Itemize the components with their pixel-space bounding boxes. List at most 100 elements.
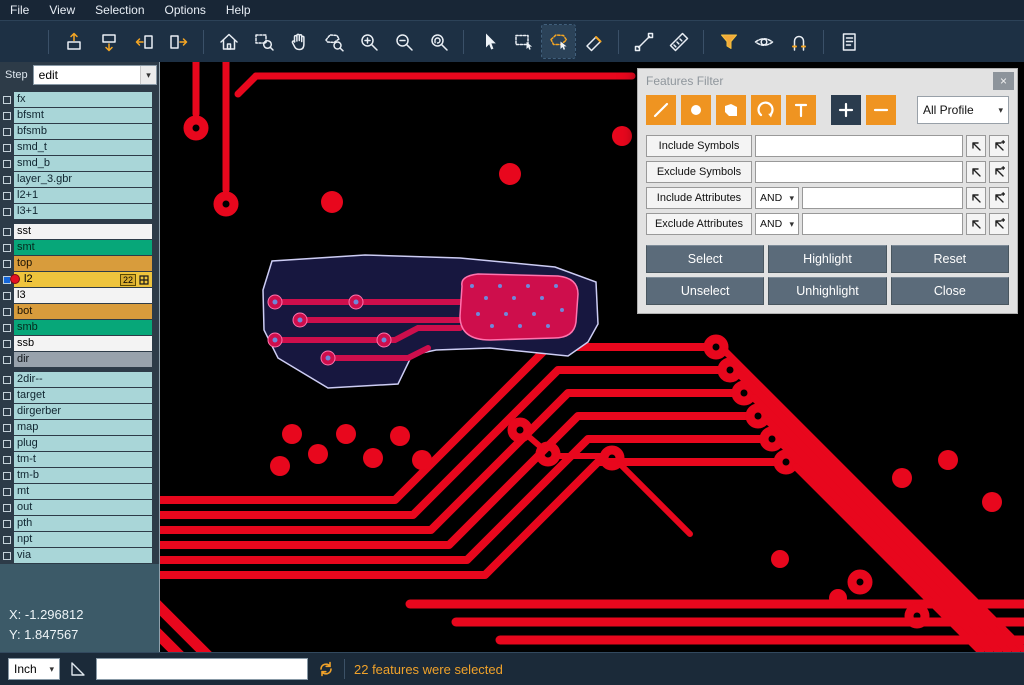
layer-row[interactable]: pth [0,516,159,531]
layer-visibility-checkbox[interactable] [0,452,14,467]
layer-row[interactable]: bfsmb [0,124,159,139]
layer-visibility-checkbox[interactable] [0,224,14,239]
layer-row[interactable]: l2 22 [0,272,159,287]
menu-options[interactable]: Options [165,3,206,17]
layer-row[interactable]: npt [0,532,159,547]
zoom-polygon-button[interactable] [317,25,350,58]
unhighlight-button[interactable]: Unhighlight [768,277,886,305]
clip-area-button[interactable] [577,25,610,58]
open-file-button[interactable] [7,25,40,58]
import-left-button[interactable] [127,25,160,58]
layer-visibility-checkbox[interactable] [0,92,14,107]
layer-row[interactable]: mt [0,484,159,499]
layer-visibility-checkbox[interactable] [0,500,14,515]
layer-color-band[interactable]: ssb [14,336,152,351]
include-attributes-operator-dropdown[interactable]: AND▾ [755,187,799,209]
import-bottom-button[interactable] [92,25,125,58]
layer-visibility-checkbox[interactable] [0,304,14,319]
filter-lines-button[interactable] [646,95,676,125]
layer-color-band[interactable]: tm-b [14,468,152,483]
layer-visibility-checkbox[interactable] [0,204,14,219]
layer-row[interactable]: via [0,548,159,563]
layer-color-band[interactable]: target [14,388,152,403]
pcb-canvas[interactable]: Features Filter × All Profile ▾ [160,62,1024,652]
unselect-button[interactable]: Unselect [646,277,764,305]
layer-color-band[interactable]: smd_t [14,140,152,155]
features-filter-button[interactable] [712,25,745,58]
layer-visibility-checkbox[interactable] [0,320,14,335]
layer-row[interactable]: 2dir-- [0,372,159,387]
layer-visibility-checkbox[interactable] [0,468,14,483]
layer-color-band[interactable]: dirgerber [14,404,152,419]
layer-color-band[interactable]: l2 22 [14,272,152,287]
layer-color-band[interactable]: bot [14,304,152,319]
layer-visibility-checkbox[interactable] [0,188,14,203]
units-dropdown[interactable]: Inch ▾ [8,658,60,680]
feature-report-button[interactable] [832,25,865,58]
menu-help[interactable]: Help [226,3,251,17]
layer-row[interactable]: smt [0,240,159,255]
rectangle-select-button[interactable] [507,25,540,58]
layer-row[interactable]: l3 [0,288,159,303]
command-input[interactable] [96,658,308,680]
layer-color-band[interactable]: l3 [14,288,152,303]
layer-row[interactable]: ssb [0,336,159,351]
layer-color-band[interactable]: out [14,500,152,515]
layer-row[interactable]: fx [0,92,159,107]
layer-row[interactable]: smd_b [0,156,159,171]
layer-visibility-checkbox[interactable] [0,336,14,351]
layer-color-band[interactable]: smt [14,240,152,255]
layer-visibility-checkbox[interactable] [0,140,14,155]
include-symbols-button[interactable]: Include Symbols [646,135,752,157]
layer-visibility-checkbox[interactable] [0,548,14,563]
layer-color-band[interactable]: via [14,548,152,563]
measure-ruler-button[interactable] [662,25,695,58]
profile-dropdown[interactable]: All Profile ▾ [917,96,1009,124]
layer-row[interactable]: l2+1 [0,188,159,203]
include-symbols-pick-button[interactable] [966,135,986,157]
layer-color-band[interactable]: map [14,420,152,435]
layer-row[interactable]: dirgerber [0,404,159,419]
layer-color-band[interactable]: bfsmt [14,108,152,123]
toggle-visibility-button[interactable] [747,25,780,58]
include-attributes-input[interactable] [802,187,963,209]
include-attributes-button[interactable]: Include Attributes [646,187,752,209]
layer-row[interactable]: dir [0,352,159,367]
filter-remove-button[interactable] [866,95,896,125]
layer-visibility-checkbox[interactable] [0,240,14,255]
layer-color-band[interactable]: fx [14,92,152,107]
exclude-attributes-operator-dropdown[interactable]: AND▾ [755,213,799,235]
menu-view[interactable]: View [49,3,75,17]
layer-visibility-checkbox[interactable] [0,404,14,419]
layer-visibility-checkbox[interactable] [0,388,14,403]
layer-color-band[interactable]: tm-t [14,452,152,467]
dialog-titlebar[interactable]: Features Filter × [638,69,1017,93]
layer-visibility-checkbox[interactable] [0,484,14,499]
menu-selection[interactable]: Selection [95,3,144,17]
layer-row[interactable]: bfsmt [0,108,159,123]
layer-visibility-checkbox[interactable] [0,108,14,123]
polygon-select-button[interactable] [542,25,575,58]
layer-visibility-checkbox[interactable] [0,156,14,171]
layer-row[interactable]: target [0,388,159,403]
layer-row[interactable]: map [0,420,159,435]
layer-row[interactable]: tm-b [0,468,159,483]
reset-button[interactable]: Reset [891,245,1009,273]
exclude-attributes-pick-add-button[interactable] [989,213,1009,235]
filter-pads-button[interactable] [681,95,711,125]
measure-distance-button[interactable] [627,25,660,58]
layer-row[interactable]: layer_3.gbr [0,172,159,187]
angle-tool-icon[interactable] [69,660,87,678]
layer-visibility-checkbox[interactable] [0,172,14,187]
layer-visibility-checkbox[interactable] [0,288,14,303]
zoom-out-button[interactable] [387,25,420,58]
exclude-attributes-button[interactable]: Exclude Attributes [646,213,752,235]
pan-hand-button[interactable] [282,25,315,58]
layer-color-band[interactable]: bfsmb [14,124,152,139]
highlight-button[interactable]: Highlight [768,245,886,273]
exclude-symbols-pick-button[interactable] [966,161,986,183]
layer-row[interactable]: plug [0,436,159,451]
layer-visibility-checkbox[interactable] [0,436,14,451]
layer-color-band[interactable]: npt [14,532,152,547]
layer-row[interactable]: smb [0,320,159,335]
